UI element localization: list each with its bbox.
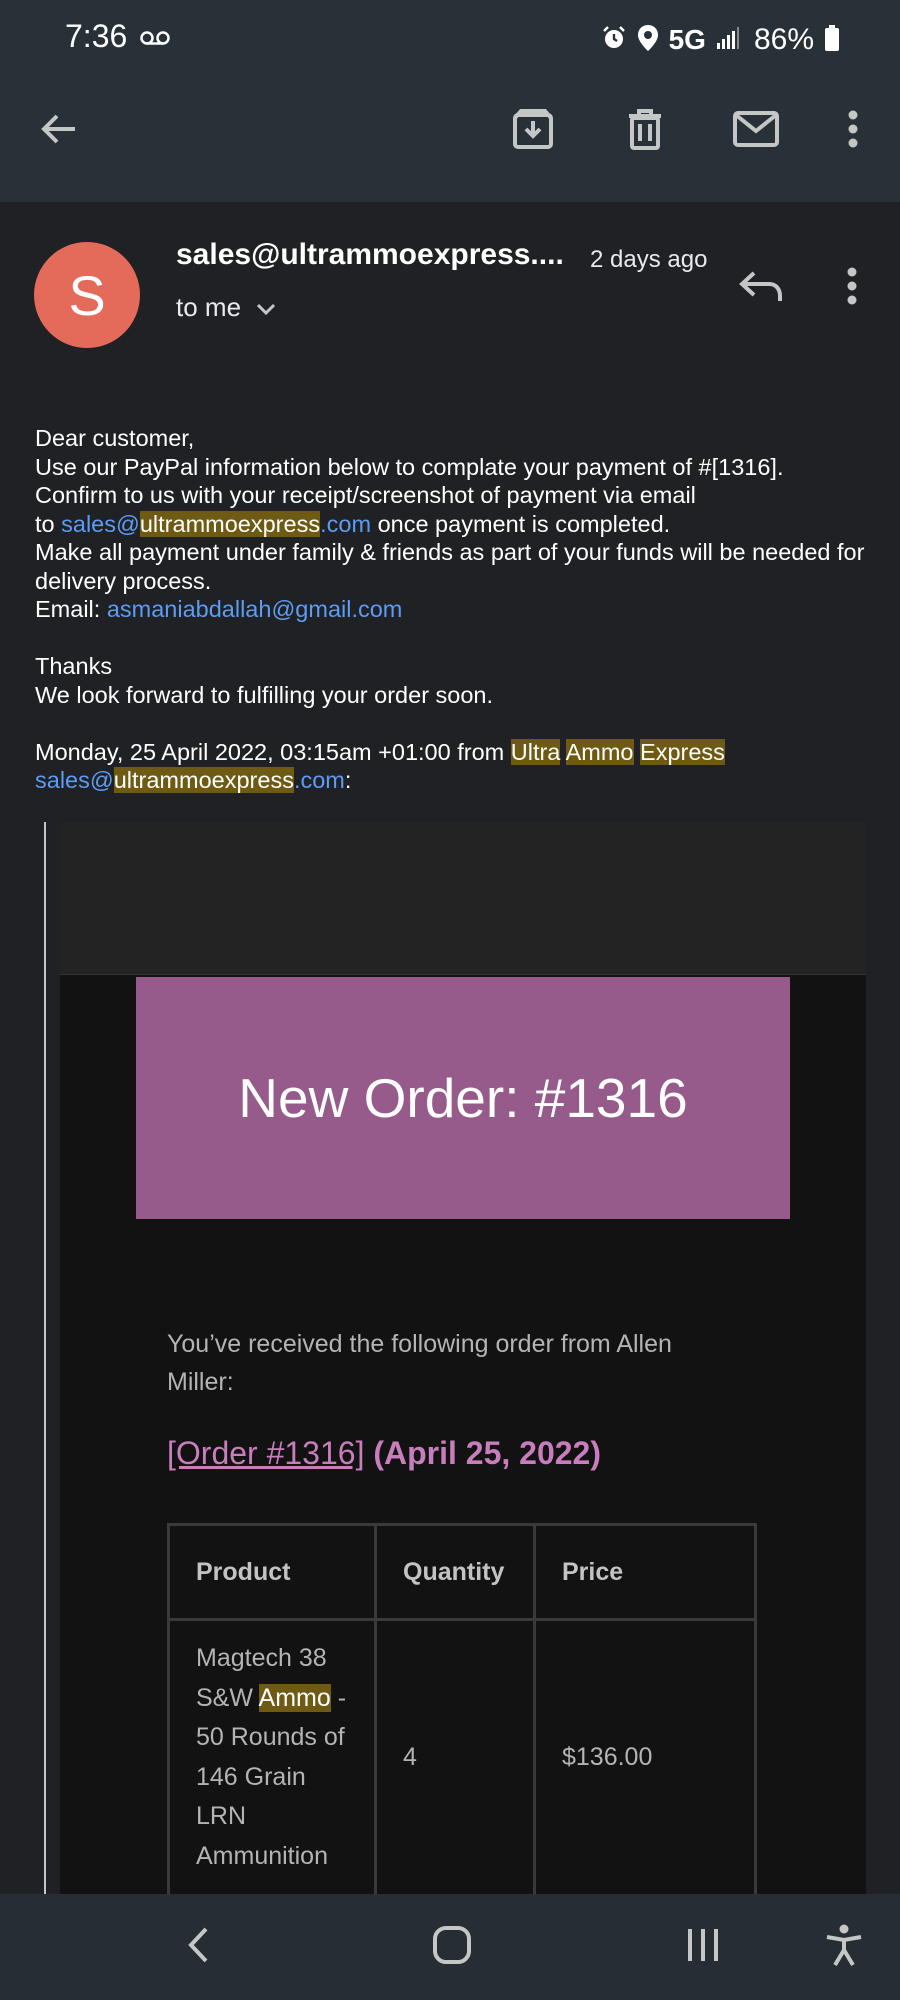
table-row: Magtech 38 S&W Ammo - 50 Rounds of 146 G… bbox=[167, 1618, 757, 1894]
recipients-toggle[interactable]: to me bbox=[176, 292, 277, 323]
sales-email-link[interactable]: sales@ultrammoexpress.com bbox=[61, 510, 372, 537]
more-options-button[interactable] bbox=[817, 95, 889, 167]
message-body: Dear customer, Use our PayPal informatio… bbox=[35, 424, 865, 795]
search-highlight: ultrammoexpress bbox=[113, 767, 294, 793]
network-type: 5G bbox=[668, 24, 706, 55]
battery-icon bbox=[824, 24, 840, 57]
quote-header: Monday, 25 April 2022, 03:15am +01:00 fr… bbox=[35, 738, 865, 767]
reply-icon bbox=[739, 269, 783, 308]
quantity-cell: 4 bbox=[374, 1618, 536, 1894]
voicemail-icon bbox=[140, 30, 170, 46]
accessibility-icon bbox=[824, 1923, 864, 1972]
order-email-container: New Order: #1316 You’ve received the fol… bbox=[60, 974, 866, 1894]
chevron-down-icon bbox=[255, 292, 277, 323]
order-date: (April 25, 2022) bbox=[373, 1435, 601, 1471]
quote-bar bbox=[44, 822, 46, 1894]
order-heading: [Order #1316] (April 25, 2022) bbox=[167, 1435, 601, 1472]
more-vert-icon bbox=[846, 266, 858, 311]
quote-email-link[interactable]: sales@ultrammoexpress.com bbox=[35, 767, 345, 793]
link-part: .com bbox=[320, 510, 372, 537]
nav-back-icon bbox=[184, 1925, 214, 1970]
order-link[interactable]: [Order #1316] bbox=[167, 1435, 364, 1471]
sender-email[interactable]: sales@ultrammoexpress.... bbox=[176, 238, 564, 272]
search-highlight: Ammo bbox=[258, 1683, 331, 1712]
product-cell: Magtech 38 S&W Ammo - 50 Rounds of 146 G… bbox=[167, 1618, 377, 1894]
body-line: to sales@ultrammoexpress.com once paymen… bbox=[35, 510, 865, 539]
alarm-icon bbox=[601, 25, 627, 56]
link-part: sales@ bbox=[35, 767, 114, 793]
table-header-row: Product Quantity Price bbox=[167, 1523, 757, 1621]
top-area: 7:36 5G 86% bbox=[0, 0, 900, 202]
body-line: Use our PayPal information below to comp… bbox=[35, 453, 784, 480]
system-nav-bar bbox=[0, 1894, 900, 2000]
battery-percent: 86% bbox=[753, 23, 814, 56]
body-line: Make all payment under family & friends … bbox=[35, 539, 865, 594]
back-arrow-icon bbox=[39, 109, 79, 154]
quote-header-text: Monday, 25 April 2022, 03:15am +01:00 fr… bbox=[35, 738, 505, 765]
body-line: Email: asmaniabdallah@gmail.com bbox=[35, 595, 865, 624]
greeting: Dear customer, bbox=[35, 425, 195, 451]
quoted-email: New Order: #1316 You’ve received the fol… bbox=[60, 822, 866, 1894]
quoted-header-area bbox=[60, 822, 866, 974]
app-bar bbox=[0, 95, 900, 167]
status-time: 7:36 bbox=[65, 18, 128, 54]
more-vert-icon bbox=[847, 109, 859, 154]
body-line: We look forward to fulfilling your order… bbox=[35, 681, 494, 708]
link-part: sales@ bbox=[61, 510, 140, 537]
archive-button[interactable] bbox=[497, 95, 569, 167]
trash-icon bbox=[627, 108, 663, 155]
search-highlight: Ammo bbox=[565, 738, 634, 765]
search-highlight: ultrammoexpress bbox=[139, 510, 321, 537]
nav-back-button[interactable] bbox=[168, 1916, 230, 1978]
home-icon bbox=[432, 1925, 472, 1970]
column-header-quantity: Quantity bbox=[374, 1523, 536, 1621]
delete-button[interactable] bbox=[609, 95, 681, 167]
link-part: .com bbox=[293, 767, 345, 793]
signal-icon bbox=[716, 26, 740, 55]
back-button[interactable] bbox=[23, 95, 95, 167]
order-title: New Order: #1316 bbox=[238, 1067, 688, 1129]
email-label: Email: bbox=[35, 596, 101, 622]
reply-button[interactable] bbox=[730, 257, 792, 319]
search-highlight: Ultra bbox=[510, 738, 561, 765]
quote-email-line: sales@ultrammoexpress.com: bbox=[35, 766, 865, 795]
status-bar: 7:36 5G 86% bbox=[0, 0, 900, 80]
home-button[interactable] bbox=[421, 1916, 483, 1978]
to-me-label: to me bbox=[176, 292, 242, 322]
avatar-letter: S bbox=[68, 263, 106, 327]
message-more-button[interactable] bbox=[830, 257, 874, 319]
order-banner: New Order: #1316 bbox=[136, 977, 790, 1219]
recents-button[interactable] bbox=[672, 1916, 734, 1978]
recents-icon bbox=[684, 1926, 722, 1969]
to-prefix: to bbox=[35, 510, 55, 537]
order-table: Product Quantity Price Magtech 38 S&W Am… bbox=[167, 1523, 757, 1894]
to-suffix: once payment is completed. bbox=[377, 510, 671, 537]
column-header-product: Product bbox=[167, 1523, 377, 1621]
column-header-price: Price bbox=[533, 1523, 757, 1621]
avatar[interactable]: S bbox=[34, 242, 140, 348]
status-right: 5G 86% bbox=[601, 18, 840, 62]
mail-icon bbox=[733, 110, 779, 152]
body-line: Confirm to us with your receipt/screensh… bbox=[35, 482, 696, 508]
paypal-email-link[interactable]: asmaniabdallah@gmail.com bbox=[107, 596, 403, 622]
price-cell: $136.00 bbox=[533, 1618, 757, 1894]
mark-unread-button[interactable] bbox=[720, 95, 792, 167]
archive-icon bbox=[512, 108, 554, 155]
thanks: Thanks bbox=[35, 653, 113, 679]
search-highlight: Express bbox=[640, 738, 725, 765]
received-text: You’ve received the following order from… bbox=[167, 1330, 672, 1396]
accessibility-button[interactable] bbox=[813, 1916, 875, 1978]
message-date: 2 days ago bbox=[590, 246, 708, 273]
colon: : bbox=[344, 767, 352, 793]
location-icon bbox=[637, 24, 659, 57]
